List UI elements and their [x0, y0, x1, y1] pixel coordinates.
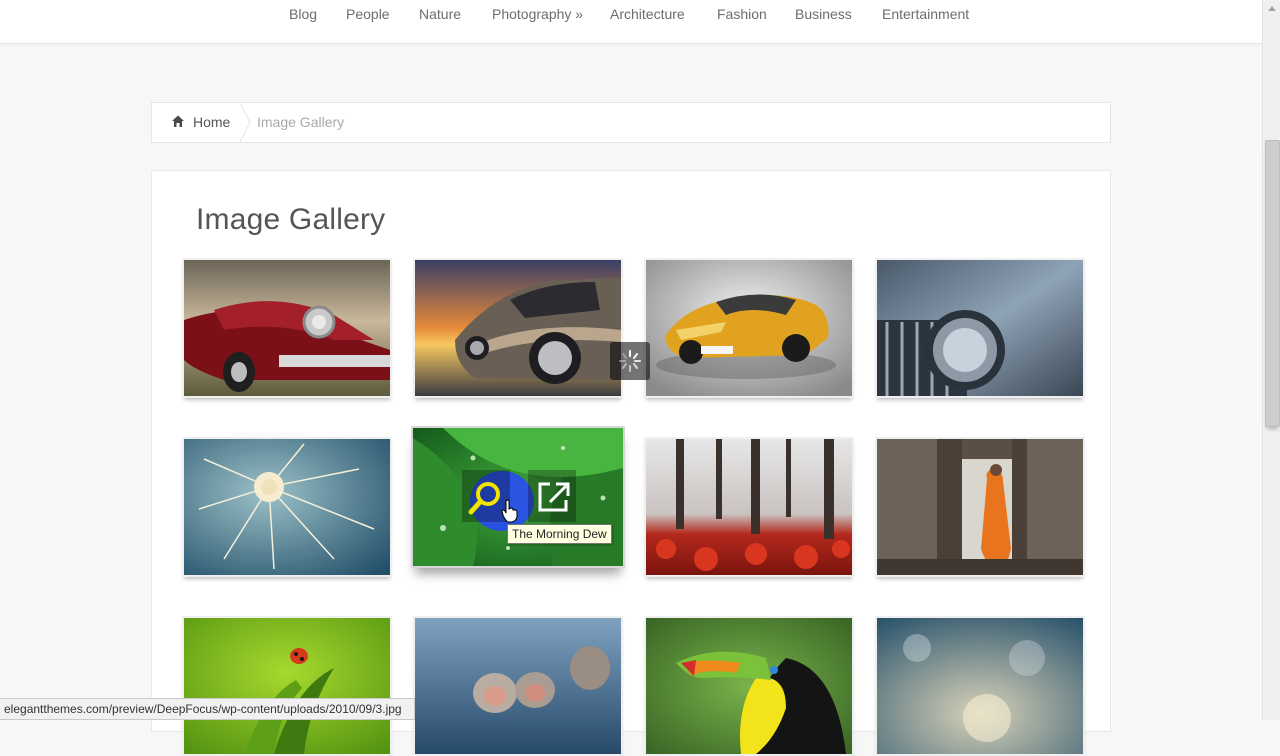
gallery-thumb-red-forest[interactable]	[644, 437, 854, 577]
breadcrumb-home-link[interactable]: Home	[193, 114, 230, 130]
nav-item-photography[interactable]: Photography »	[492, 6, 583, 22]
gallery-thumb-red-classic-car[interactable]	[182, 258, 392, 398]
nav-item-fashion[interactable]: Fashion	[717, 6, 767, 22]
gallery-thumb-silver-car-sunset[interactable]	[413, 258, 623, 398]
tooltip: The Morning Dew	[507, 524, 612, 544]
gallery-thumb-car-headlight[interactable]	[875, 258, 1085, 398]
scrollbar-thumb[interactable]	[1265, 140, 1280, 427]
vertical-scrollbar[interactable]	[1262, 0, 1280, 720]
breadcrumb-current: Image Gallery	[257, 114, 345, 130]
gallery-thumb-yellow-sports-car[interactable]	[644, 258, 854, 398]
nav-item-blog[interactable]: Blog	[289, 6, 317, 22]
nav-item-architecture[interactable]: Architecture	[610, 6, 685, 22]
open-link-button[interactable]	[528, 470, 576, 522]
nav-item-business[interactable]: Business	[795, 6, 852, 22]
nav-item-entertainment[interactable]: Entertainment	[882, 6, 969, 22]
home-icon[interactable]	[171, 114, 185, 133]
nav-item-people[interactable]: People	[346, 6, 390, 22]
gallery-thumb-ladybug[interactable]	[182, 616, 392, 756]
breadcrumb-separator	[240, 103, 251, 142]
gallery-thumb-monk-temple[interactable]	[875, 437, 1085, 577]
nav-item-nature[interactable]: Nature	[419, 6, 461, 22]
scroll-up-arrow-icon[interactable]	[1268, 6, 1276, 11]
page-title: Image Gallery	[196, 203, 386, 236]
gallery-thumb-snow-monkeys[interactable]	[413, 616, 623, 756]
gallery-thumb-toucan[interactable]	[644, 616, 854, 756]
status-bar-url: elegantthemes.com/preview/DeepFocus/wp-c…	[0, 698, 415, 720]
top-navigation: Blog People Nature Photography » Archite…	[0, 0, 1262, 44]
breadcrumb: Home Image Gallery	[151, 102, 1111, 143]
spinner-icon	[610, 342, 650, 380]
gallery-thumb-dandelion[interactable]	[182, 437, 392, 577]
gallery-thumb-bokeh[interactable]	[875, 616, 1085, 756]
hand-pointer-icon	[501, 499, 519, 528]
